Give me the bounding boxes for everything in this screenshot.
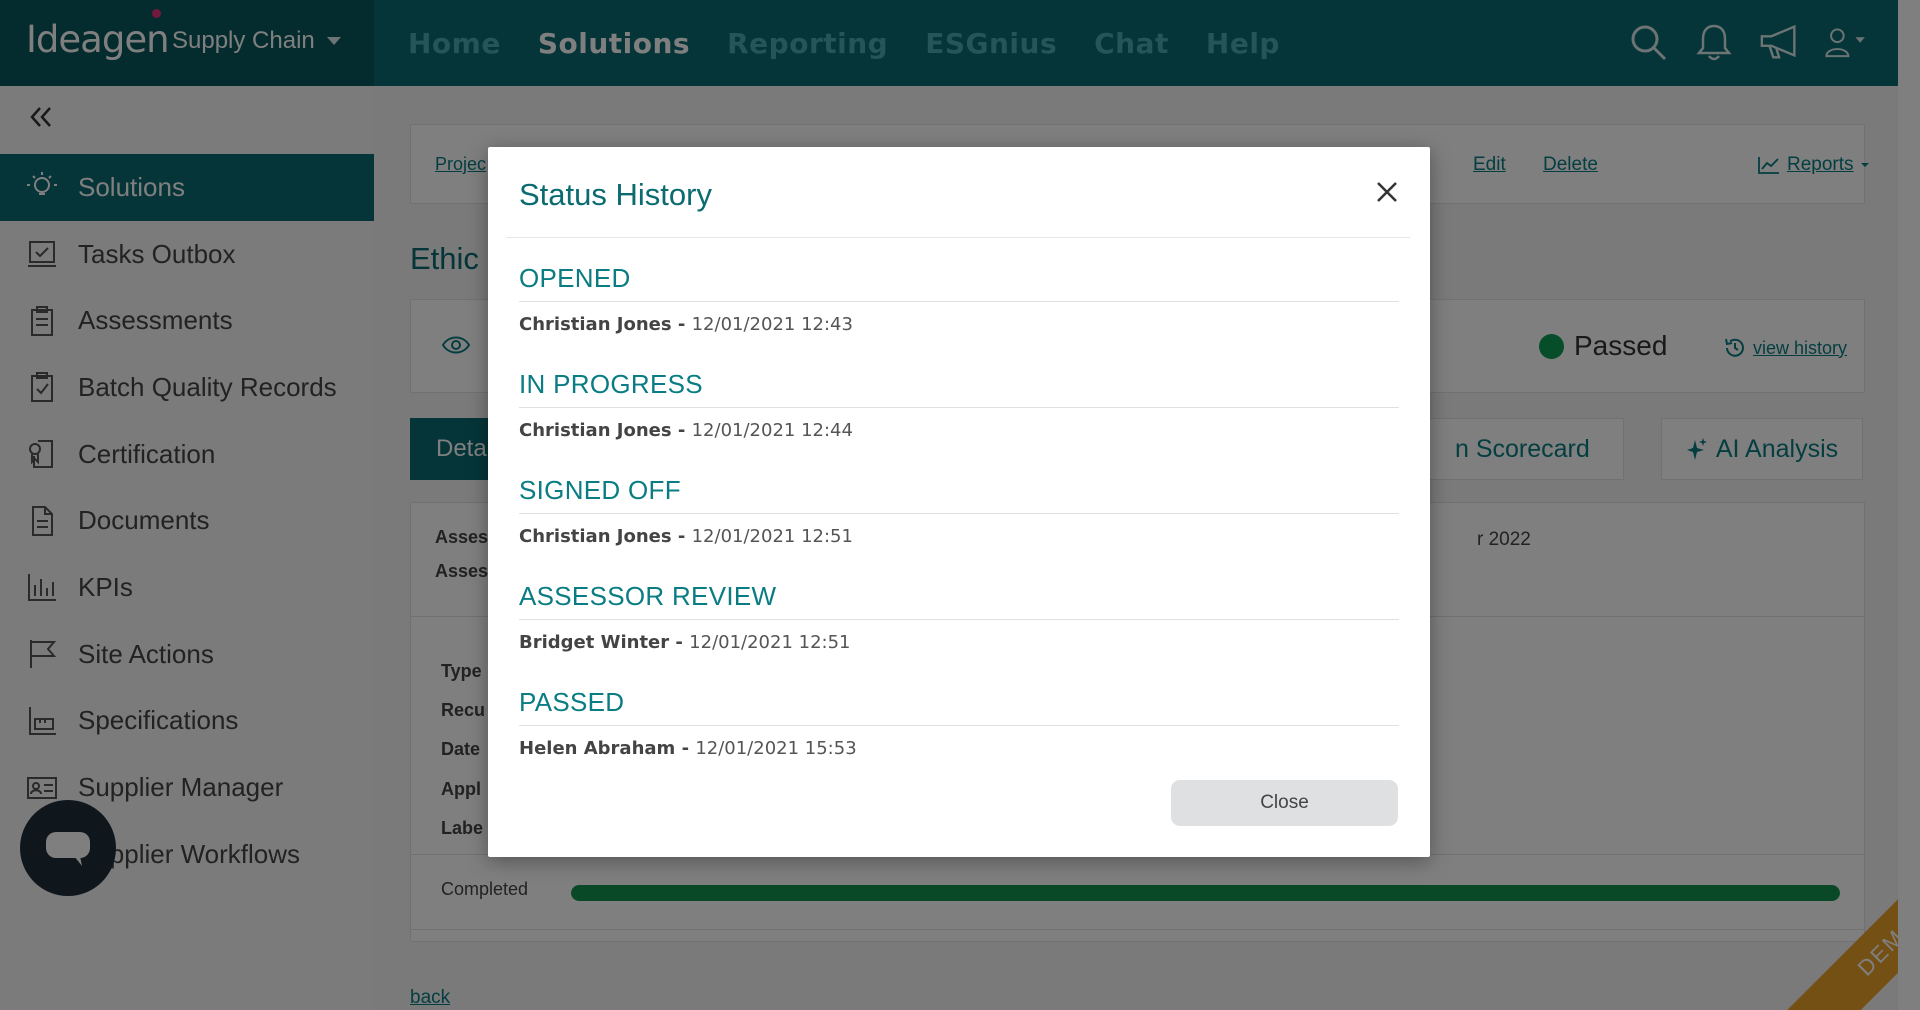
dialog-divider bbox=[506, 237, 1410, 238]
history-meta: Bridget Winter - 12/01/2021 12:51 bbox=[519, 632, 1399, 653]
close-button[interactable]: Close bbox=[1171, 780, 1398, 826]
dialog-title: Status History bbox=[519, 177, 712, 212]
list-item: ASSESSOR REVIEW Bridget Winter - 12/01/2… bbox=[519, 581, 1399, 687]
history-datetime: 12/01/2021 12:44 bbox=[691, 420, 853, 441]
history-datetime: 12/01/2021 12:51 bbox=[689, 632, 851, 653]
status-history-list: OPENED Christian Jones - 12/01/2021 12:4… bbox=[519, 263, 1399, 793]
history-datetime: 12/01/2021 15:53 bbox=[695, 738, 857, 759]
list-item: IN PROGRESS Christian Jones - 12/01/2021… bbox=[519, 369, 1399, 475]
history-status: IN PROGRESS bbox=[519, 369, 1399, 408]
history-datetime: 12/01/2021 12:51 bbox=[691, 526, 853, 547]
history-meta: Christian Jones - 12/01/2021 12:43 bbox=[519, 314, 1399, 335]
history-user: Christian Jones bbox=[519, 420, 672, 441]
history-user: Christian Jones bbox=[519, 314, 672, 335]
history-user: Helen Abraham bbox=[519, 738, 676, 759]
history-status: ASSESSOR REVIEW bbox=[519, 581, 1399, 620]
history-status: SIGNED OFF bbox=[519, 475, 1399, 514]
history-separator: - bbox=[669, 632, 690, 653]
history-status: PASSED bbox=[519, 687, 1399, 726]
history-user: Christian Jones bbox=[519, 526, 672, 547]
history-status: OPENED bbox=[519, 263, 1399, 302]
history-separator: - bbox=[675, 738, 696, 759]
history-meta: Helen Abraham - 12/01/2021 15:53 bbox=[519, 738, 1399, 759]
history-separator: - bbox=[671, 526, 692, 547]
history-separator: - bbox=[671, 314, 692, 335]
history-meta: Christian Jones - 12/01/2021 12:44 bbox=[519, 420, 1399, 441]
history-meta: Christian Jones - 12/01/2021 12:51 bbox=[519, 526, 1399, 547]
history-separator: - bbox=[671, 420, 692, 441]
list-item: SIGNED OFF Christian Jones - 12/01/2021 … bbox=[519, 475, 1399, 581]
close-icon[interactable] bbox=[1372, 177, 1402, 207]
history-datetime: 12/01/2021 12:43 bbox=[691, 314, 853, 335]
list-item: PASSED Helen Abraham - 12/01/2021 15:53 bbox=[519, 687, 1399, 793]
status-history-dialog: Status History OPENED Christian Jones - … bbox=[488, 147, 1430, 857]
history-user: Bridget Winter bbox=[519, 632, 670, 653]
list-item: OPENED Christian Jones - 12/01/2021 12:4… bbox=[519, 263, 1399, 369]
